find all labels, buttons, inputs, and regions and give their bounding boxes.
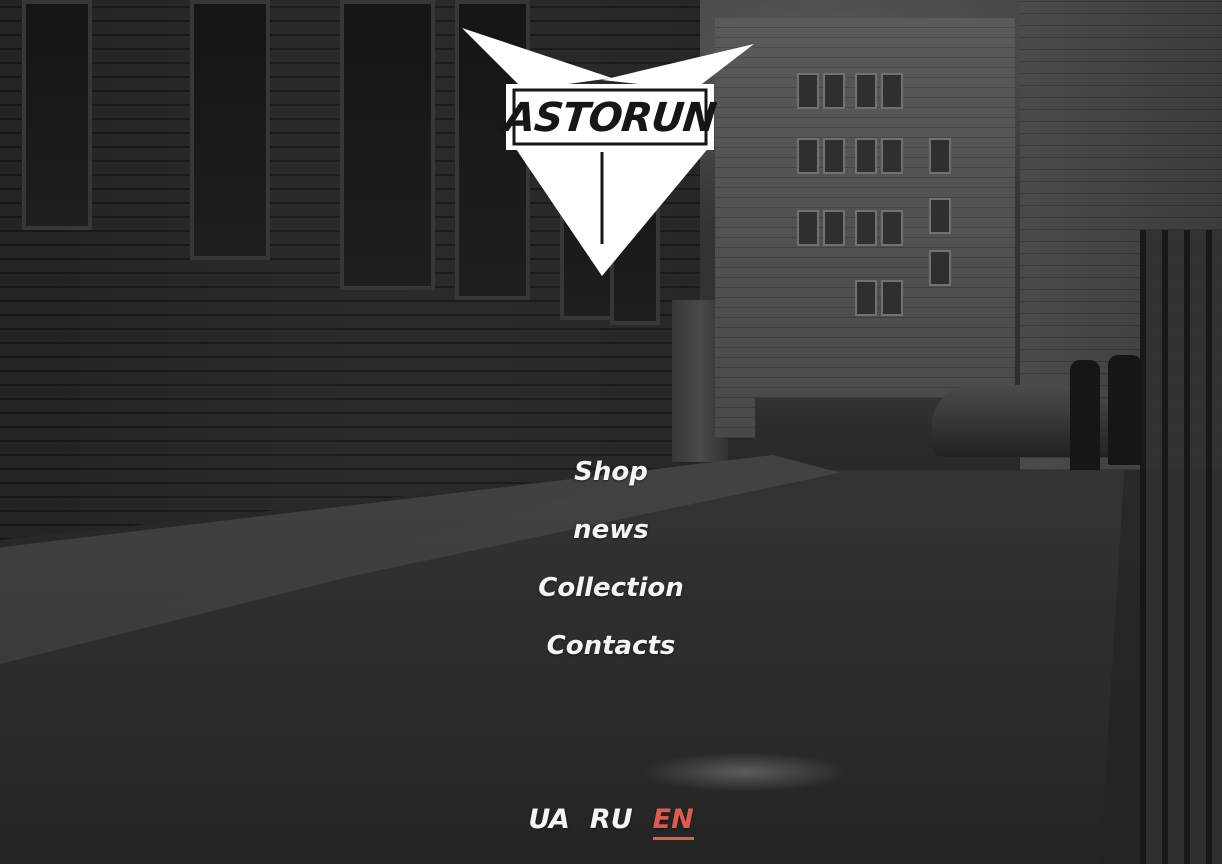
nav-item-collection[interactable]: Collection bbox=[538, 566, 684, 624]
language-ru[interactable]: RU bbox=[590, 804, 633, 840]
logo-wordmark: ASTORUN bbox=[502, 95, 718, 141]
nav-item-news[interactable]: news bbox=[573, 508, 649, 566]
language-en[interactable]: EN bbox=[652, 804, 694, 840]
winged-arrow-logo-icon bbox=[462, 28, 754, 276]
language-switcher: UA RU EN bbox=[0, 804, 1222, 840]
language-ua[interactable]: UA bbox=[528, 804, 570, 840]
home-logo-link[interactable]: ASTORUN bbox=[462, 28, 754, 276]
nav-item-contacts[interactable]: Contacts bbox=[547, 624, 676, 682]
nav-item-shop[interactable]: Shop bbox=[574, 450, 648, 508]
hero-background: ASTORUN Shop news Collection Contacts UA… bbox=[0, 0, 1222, 864]
main-nav: Shop news Collection Contacts bbox=[0, 450, 1222, 682]
